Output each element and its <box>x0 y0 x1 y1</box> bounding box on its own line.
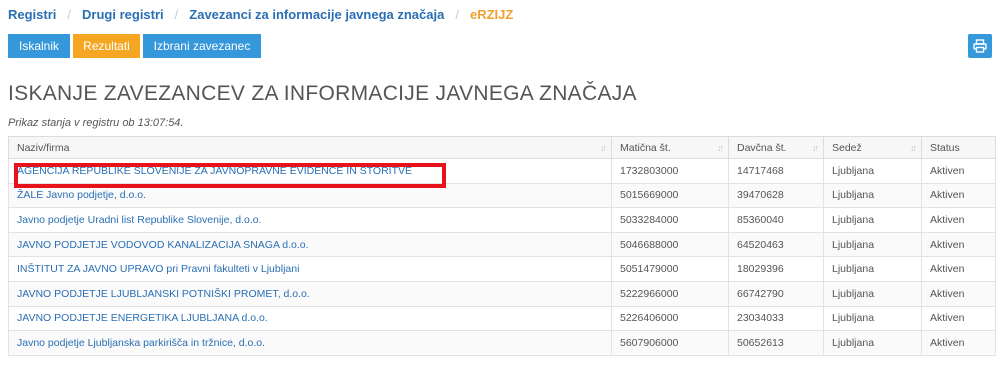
cell-status: Aktiven <box>921 207 996 233</box>
table-row[interactable]: ŽALE Javno podjetje, d.o.o. 5015669000 3… <box>8 182 996 209</box>
results-table: Naziv/firma ↓↑ Matična št. ↓↑ Davčna št. ↓↑… <box>8 136 996 356</box>
breadcrumb-erzijz[interactable]: eRZIJZ <box>470 7 513 22</box>
cell-naziv[interactable]: AGENCIJA REPUBLIKE SLOVENIJE ZA JAVNOPRA… <box>8 158 612 184</box>
tab-iskalnik[interactable]: Iskalnik <box>8 34 70 58</box>
snapshot-timestamp: Prikaz stanja v registru ob 13:07:54. <box>8 117 184 129</box>
table-row[interactable]: JAVNO PODJETJE ENERGETIKA LJUBLJANA d.o.… <box>8 305 996 332</box>
cell-naziv[interactable]: ŽALE Javno podjetje, d.o.o. <box>8 182 612 209</box>
cell-sedez: Ljubljana <box>823 207 922 233</box>
cell-davcna: 14717468 <box>728 158 824 184</box>
breadcrumb-zavezanci[interactable]: Zavezanci za informacije javnega značaja <box>189 7 444 22</box>
cell-davcna: 85360040 <box>728 207 824 233</box>
cell-naziv[interactable]: JAVNO PODJETJE LJUBLJANSKI POTNIŠKI PROM… <box>8 280 612 307</box>
print-button[interactable] <box>968 34 992 58</box>
cell-status: Aktiven <box>921 280 996 307</box>
cell-sedez: Ljubljana <box>823 158 922 184</box>
printer-icon <box>973 39 987 53</box>
table-row[interactable]: JAVNO PODJETJE LJUBLJANSKI POTNIŠKI PROM… <box>8 280 996 307</box>
table-row[interactable]: Javno podjetje Ljubljanska parkirišča in… <box>8 330 996 356</box>
cell-maticna: 5046688000 <box>611 231 729 258</box>
cell-naziv[interactable]: Javno podjetje Ljubljanska parkirišča in… <box>8 330 612 356</box>
column-header-sedez[interactable]: Sedež ↓↑ <box>823 136 922 159</box>
table-row[interactable]: AGENCIJA REPUBLIKE SLOVENIJE ZA JAVNOPRA… <box>8 158 996 184</box>
sort-icon: ↓↑ <box>910 143 917 153</box>
cell-maticna: 5015669000 <box>611 182 729 209</box>
column-header-davcna[interactable]: Davčna št. ↓↑ <box>728 136 824 159</box>
table-row[interactable]: Javno podjetje Uradni list Republike Slo… <box>8 207 996 233</box>
column-header-label: Sedež <box>832 141 862 154</box>
column-header-label: Matična št. <box>620 141 671 154</box>
cell-davcna: 18029396 <box>728 256 824 282</box>
cell-status: Aktiven <box>921 182 996 209</box>
cell-sedez: Ljubljana <box>823 256 922 282</box>
column-header-label: Davčna št. <box>737 141 787 154</box>
column-header-maticna[interactable]: Matična št. ↓↑ <box>611 136 729 159</box>
cell-maticna: 5226406000 <box>611 305 729 332</box>
cell-naziv[interactable]: JAVNO PODJETJE ENERGETIKA LJUBLJANA d.o.… <box>8 305 612 332</box>
breadcrumb-separator: / <box>67 7 72 22</box>
column-header-status[interactable]: Status <box>921 136 996 159</box>
column-header-label: Naziv/firma <box>17 141 70 154</box>
cell-maticna: 1732803000 <box>611 158 729 184</box>
cell-sedez: Ljubljana <box>823 231 922 258</box>
cell-naziv[interactable]: JAVNO PODJETJE VODOVOD KANALIZACIJA SNAG… <box>8 231 612 258</box>
tab-bar: Iskalnik Rezultati Izbrani zavezanec <box>8 34 264 58</box>
cell-davcna: 23034033 <box>728 305 824 332</box>
cell-maticna: 5607906000 <box>611 330 729 356</box>
sort-icon: ↓↑ <box>812 143 819 153</box>
cell-status: Aktiven <box>921 231 996 258</box>
tab-izbrani-zavezanec[interactable]: Izbrani zavezanec <box>143 34 261 58</box>
column-header-label: Status <box>930 141 960 154</box>
table-row[interactable]: JAVNO PODJETJE VODOVOD KANALIZACIJA SNAG… <box>8 231 996 258</box>
breadcrumb: Registri / Drugi registri / Zavezanci za… <box>8 7 513 22</box>
cell-sedez: Ljubljana <box>823 305 922 332</box>
cell-sedez: Ljubljana <box>823 182 922 209</box>
cell-status: Aktiven <box>921 330 996 356</box>
cell-sedez: Ljubljana <box>823 330 922 356</box>
table-row[interactable]: INŠTITUT ZA JAVNO UPRAVO pri Pravni faku… <box>8 256 996 282</box>
breadcrumb-drugi-registri[interactable]: Drugi registri <box>82 7 164 22</box>
cell-davcna: 39470628 <box>728 182 824 209</box>
cell-maticna: 5051479000 <box>611 256 729 282</box>
breadcrumb-separator: / <box>455 7 459 22</box>
cell-naziv[interactable]: INŠTITUT ZA JAVNO UPRAVO pri Pravni faku… <box>8 256 612 282</box>
page-title: ISKANJE ZAVEZANCEV ZA INFORMACIJE JAVNEG… <box>8 82 637 105</box>
cell-status: Aktiven <box>921 305 996 332</box>
breadcrumb-separator: / <box>174 7 179 22</box>
breadcrumb-registri[interactable]: Registri <box>8 7 56 22</box>
cell-davcna: 66742790 <box>728 280 824 307</box>
tab-rezultati[interactable]: Rezultati <box>73 34 140 58</box>
cell-sedez: Ljubljana <box>823 280 922 307</box>
sort-icon: ↓↑ <box>600 143 607 153</box>
cell-status: Aktiven <box>921 256 996 282</box>
cell-status: Aktiven <box>921 158 996 184</box>
cell-davcna: 50652613 <box>728 330 824 356</box>
sort-icon: ↓↑ <box>717 143 724 153</box>
cell-davcna: 64520463 <box>728 231 824 258</box>
cell-maticna: 5222966000 <box>611 280 729 307</box>
table-header-row: Naziv/firma ↓↑ Matična št. ↓↑ Davčna št. ↓↑… <box>8 136 996 159</box>
cell-naziv[interactable]: Javno podjetje Uradni list Republike Slo… <box>8 207 612 233</box>
cell-maticna: 5033284000 <box>611 207 729 233</box>
column-header-naziv[interactable]: Naziv/firma ↓↑ <box>8 136 612 159</box>
